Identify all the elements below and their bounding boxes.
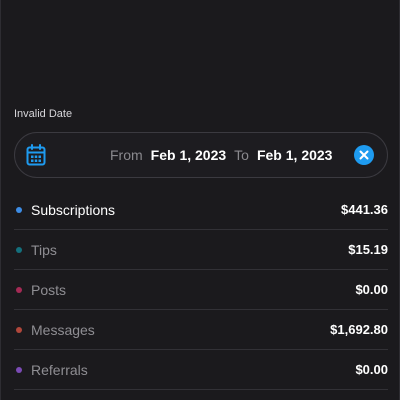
tips-dot — [16, 247, 22, 253]
from-label: From — [110, 147, 143, 163]
earnings-amount: $0.00 — [355, 362, 388, 377]
earnings-row-referrals[interactable]: Referrals $0.00 — [14, 350, 388, 390]
referrals-dot — [16, 367, 22, 373]
earnings-label: Tips — [31, 242, 57, 258]
earnings-row-messages[interactable]: Messages $1,692.80 — [14, 310, 388, 350]
clear-icon — [359, 150, 369, 160]
earnings-label: Referrals — [31, 362, 88, 378]
to-label: To — [234, 147, 249, 163]
earnings-row-subscriptions[interactable]: Subscriptions $441.36 — [14, 190, 388, 230]
earnings-label: Subscriptions — [31, 202, 116, 218]
left-border — [0, 0, 1, 400]
date-range-text[interactable]: From Feb 1, 2023 To Feb 1, 2023 — [110, 133, 332, 177]
messages-dot — [16, 327, 22, 333]
posts-dot — [16, 287, 22, 293]
to-date[interactable]: Feb 1, 2023 — [257, 147, 333, 163]
calendar-icon[interactable] — [26, 144, 46, 166]
earnings-amount: $0.00 — [355, 282, 388, 297]
earnings-amount: $15.19 — [348, 242, 388, 257]
clear-date-button[interactable] — [354, 145, 374, 165]
from-date[interactable]: Feb 1, 2023 — [151, 147, 227, 163]
earnings-row-posts[interactable]: Posts $0.00 — [14, 270, 388, 310]
earnings-row-tips[interactable]: Tips $15.19 — [14, 230, 388, 270]
earnings-amount: $1,692.80 — [330, 322, 388, 337]
earnings-label: Posts — [31, 282, 67, 298]
earnings-label: Messages — [31, 322, 95, 338]
date-range-picker[interactable]: From Feb 1, 2023 To Feb 1, 2023 — [14, 132, 388, 178]
date-caption: Invalid Date — [14, 108, 73, 120]
subscriptions-dot — [16, 207, 22, 213]
earnings-amount: $441.36 — [341, 202, 388, 217]
earnings-list: Subscriptions $441.36 Tips $15.19 Posts … — [14, 190, 388, 390]
